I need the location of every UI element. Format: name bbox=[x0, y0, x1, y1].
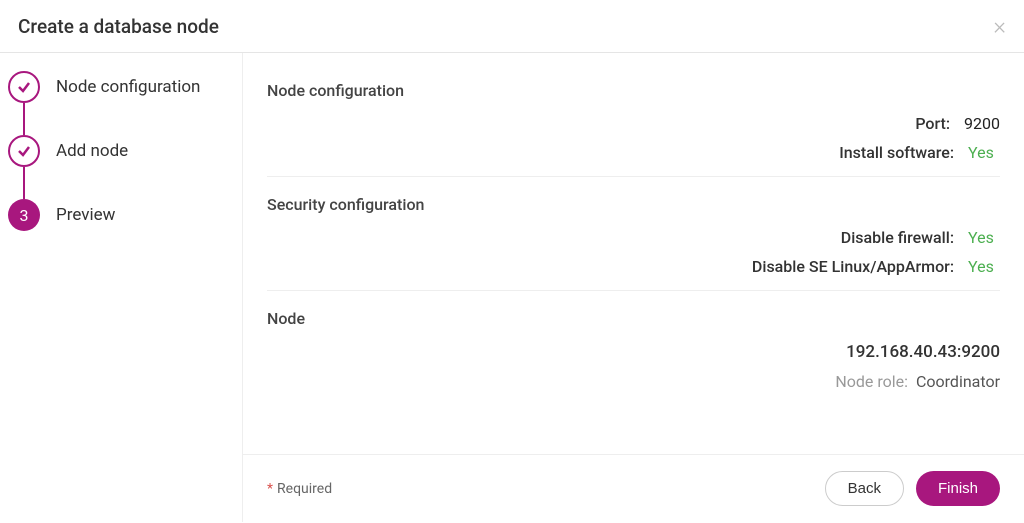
install-software-value: Yes bbox=[968, 143, 1000, 162]
step-add-node[interactable]: Add node bbox=[8, 135, 230, 167]
section-title: Security configuration bbox=[267, 195, 1000, 214]
dialog-body: Node configuration Add node 3 Preview No… bbox=[0, 53, 1024, 522]
main-panel: Node configuration Port: 9200 Install so… bbox=[243, 53, 1024, 522]
finish-button[interactable]: Finish bbox=[916, 471, 1000, 506]
disable-selinux-value: Yes bbox=[968, 257, 1000, 276]
row-node-role: Node role: Coordinator bbox=[267, 372, 1000, 391]
row-disable-firewall: Disable firewall: Yes bbox=[267, 228, 1000, 247]
step-label: Add node bbox=[56, 141, 128, 161]
section-title: Node bbox=[267, 309, 1000, 328]
disable-firewall-value: Yes bbox=[968, 228, 1000, 247]
required-hint: *Required bbox=[267, 481, 332, 497]
row-install-software: Install software: Yes bbox=[267, 143, 1000, 162]
node-role-value: Coordinator bbox=[916, 372, 1000, 391]
step-connector bbox=[23, 103, 25, 135]
wizard-steps: Node configuration Add node 3 Preview bbox=[0, 53, 243, 522]
check-icon bbox=[8, 71, 40, 103]
step-preview[interactable]: 3 Preview bbox=[8, 199, 230, 231]
node-address: 192.168.40.43:9200 bbox=[267, 342, 1000, 362]
row-port: Port: 9200 bbox=[267, 114, 1000, 133]
dialog-title: Create a database node bbox=[18, 15, 219, 38]
section-node-configuration: Node configuration Port: 9200 Install so… bbox=[267, 81, 1000, 177]
port-value: 9200 bbox=[964, 114, 1000, 133]
close-icon[interactable]: × bbox=[993, 14, 1006, 38]
row-disable-selinux: Disable SE Linux/AppArmor: Yes bbox=[267, 257, 1000, 276]
step-node-configuration[interactable]: Node configuration bbox=[8, 71, 230, 103]
section-node: Node 192.168.40.43:9200 Node role: Coord… bbox=[267, 309, 1000, 395]
back-button[interactable]: Back bbox=[825, 471, 904, 506]
step-number-badge: 3 bbox=[8, 199, 40, 231]
asterisk-icon: * bbox=[267, 481, 273, 497]
section-security-configuration: Security configuration Disable firewall:… bbox=[267, 195, 1000, 291]
dialog-footer: *Required Back Finish bbox=[243, 454, 1024, 522]
required-text: Required bbox=[277, 481, 332, 497]
install-software-label: Install software: bbox=[839, 143, 954, 162]
dialog-header: Create a database node × bbox=[0, 0, 1024, 53]
check-icon bbox=[8, 135, 40, 167]
node-role-label: Node role: bbox=[835, 372, 908, 391]
disable-selinux-label: Disable SE Linux/AppArmor: bbox=[752, 257, 954, 276]
port-label: Port: bbox=[915, 114, 950, 133]
disable-firewall-label: Disable firewall: bbox=[841, 228, 954, 247]
footer-buttons: Back Finish bbox=[825, 471, 1000, 506]
preview-content: Node configuration Port: 9200 Install so… bbox=[243, 53, 1024, 454]
section-title: Node configuration bbox=[267, 81, 1000, 100]
step-label: Node configuration bbox=[56, 77, 200, 97]
step-label: Preview bbox=[56, 205, 115, 225]
step-connector bbox=[23, 167, 25, 199]
